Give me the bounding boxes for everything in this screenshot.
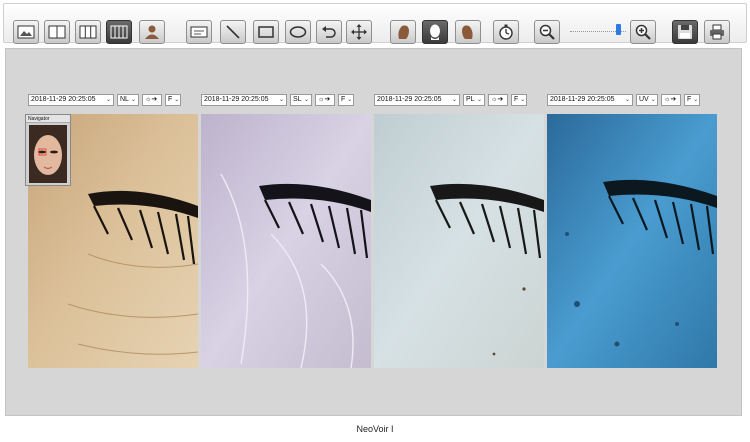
panel-4-light-select[interactable]: ☼➔ — [661, 94, 681, 106]
print-icon — [710, 24, 724, 40]
chevron-down-icon: ⌄ — [520, 97, 526, 103]
panel-1-header: 2018-11-29 20:25:05 ⌄ NL ⌄ ☼➔ F ⌄ — [28, 93, 181, 107]
zoom-out-icon — [539, 24, 555, 40]
chevron-down-icon: ⌄ — [278, 97, 284, 103]
text-annotation-button[interactable] — [186, 20, 212, 44]
zoom-in-icon — [635, 24, 651, 40]
zoom-out-button[interactable] — [534, 20, 560, 44]
face-right-button[interactable] — [455, 20, 481, 44]
panel-1-filter-select[interactable]: F ⌄ — [165, 94, 181, 106]
navigator-face-thumbnail — [29, 125, 67, 183]
panel-1-mode-select[interactable]: NL ⌄ — [117, 94, 139, 106]
move-button[interactable] — [346, 20, 372, 44]
timer-icon — [499, 24, 513, 40]
line-tool-button[interactable] — [220, 20, 246, 44]
line-tool-icon — [226, 25, 240, 39]
chevron-down-icon: ⌄ — [303, 97, 309, 103]
zoom-in-button[interactable] — [630, 20, 656, 44]
face-front-button[interactable] — [422, 20, 448, 44]
light-icon: ☼➔ — [491, 96, 504, 103]
split-3-button[interactable] — [75, 20, 101, 44]
rectangle-tool-button[interactable] — [253, 20, 279, 44]
patient-icon — [145, 25, 159, 39]
patient-button[interactable] — [139, 20, 165, 44]
chevron-down-icon: ⌄ — [174, 97, 180, 103]
navigator-title: Navigator — [26, 115, 70, 123]
navigator-panel[interactable]: Navigator — [25, 114, 71, 186]
image-view-icon — [17, 25, 35, 39]
toolbar — [3, 3, 747, 44]
split-4-icon — [110, 25, 128, 39]
undo-button[interactable] — [316, 20, 342, 44]
panel-2-mode-select[interactable]: SL ⌄ — [290, 94, 312, 106]
face-right-icon — [462, 25, 473, 39]
panel-3-mode-select[interactable]: PL ⌄ — [463, 94, 485, 106]
ellipse-tool-icon — [289, 26, 307, 38]
chevron-down-icon: ⌄ — [130, 97, 136, 103]
move-icon — [351, 24, 367, 40]
save-button[interactable] — [672, 20, 698, 44]
panel-4-date-select[interactable]: 2018-11-29 20:25:05 ⌄ — [547, 94, 633, 106]
print-button[interactable] — [704, 20, 730, 44]
panel-2-light-select[interactable]: ☼➔ — [315, 94, 335, 106]
chevron-down-icon: ⌄ — [347, 97, 353, 103]
panel-2-image[interactable] — [201, 114, 371, 368]
face-left-icon — [398, 25, 409, 39]
panel-4-mode-select[interactable]: UV ⌄ — [636, 94, 658, 106]
light-icon: ☼➔ — [145, 96, 158, 103]
panel-4-header: 2018-11-29 20:25:05 ⌄ UV ⌄ ☼➔ F ⌄ — [547, 93, 700, 107]
panel-1-light-select[interactable]: ☼➔ — [142, 94, 162, 106]
undo-icon — [322, 26, 336, 38]
chevron-down-icon: ⌄ — [650, 97, 656, 103]
ellipse-tool-button[interactable] — [285, 20, 311, 44]
panel-2-date-select[interactable]: 2018-11-29 20:25:05 ⌄ — [201, 94, 287, 106]
panel-2-header: 2018-11-29 20:25:05 ⌄ SL ⌄ ☼➔ F ⌄ — [201, 93, 354, 107]
text-annotation-icon — [190, 26, 208, 38]
split-3-icon — [79, 25, 97, 39]
panel-3-date-select[interactable]: 2018-11-29 20:25:05 ⌄ — [374, 94, 460, 106]
status-text: NeoVoir I — [356, 424, 394, 434]
panel-2-filter-select[interactable]: F ⌄ — [338, 94, 354, 106]
panel-3-image[interactable] — [374, 114, 544, 368]
panel-4-image[interactable] — [547, 114, 717, 368]
light-icon: ☼➔ — [318, 96, 331, 103]
panel-1-date-select[interactable]: 2018-11-29 20:25:05 ⌄ — [28, 94, 114, 106]
light-icon: ☼➔ — [664, 96, 677, 103]
image-view-button[interactable] — [13, 20, 39, 44]
split-2-button[interactable] — [44, 20, 70, 44]
zoom-slider-thumb[interactable] — [616, 24, 621, 35]
chevron-down-icon: ⌄ — [693, 97, 699, 103]
panel-3-header: 2018-11-29 20:25:05 ⌄ PL ⌄ ☼➔ F ⌄ — [374, 93, 527, 107]
chevron-down-icon: ⌄ — [451, 97, 457, 103]
split-2-icon — [48, 25, 66, 39]
panel-3-light-select[interactable]: ☼➔ — [488, 94, 508, 106]
chevron-down-icon: ⌄ — [105, 97, 111, 103]
face-left-button[interactable] — [390, 20, 416, 44]
app-window: 2018-11-29 20:25:05 ⌄ NL ⌄ ☼➔ F ⌄ 2018-11-2… — [0, 0, 750, 442]
chevron-down-icon: ⌄ — [476, 97, 482, 103]
save-icon — [678, 25, 692, 39]
panel-4-filter-select[interactable]: F ⌄ — [684, 94, 700, 106]
chevron-down-icon: ⌄ — [624, 97, 630, 103]
split-4-button[interactable] — [106, 20, 132, 44]
panel-3-filter-select[interactable]: F ⌄ — [511, 94, 527, 106]
face-front-icon — [430, 24, 440, 40]
timer-button[interactable] — [493, 20, 519, 44]
rectangle-tool-icon — [258, 26, 274, 38]
